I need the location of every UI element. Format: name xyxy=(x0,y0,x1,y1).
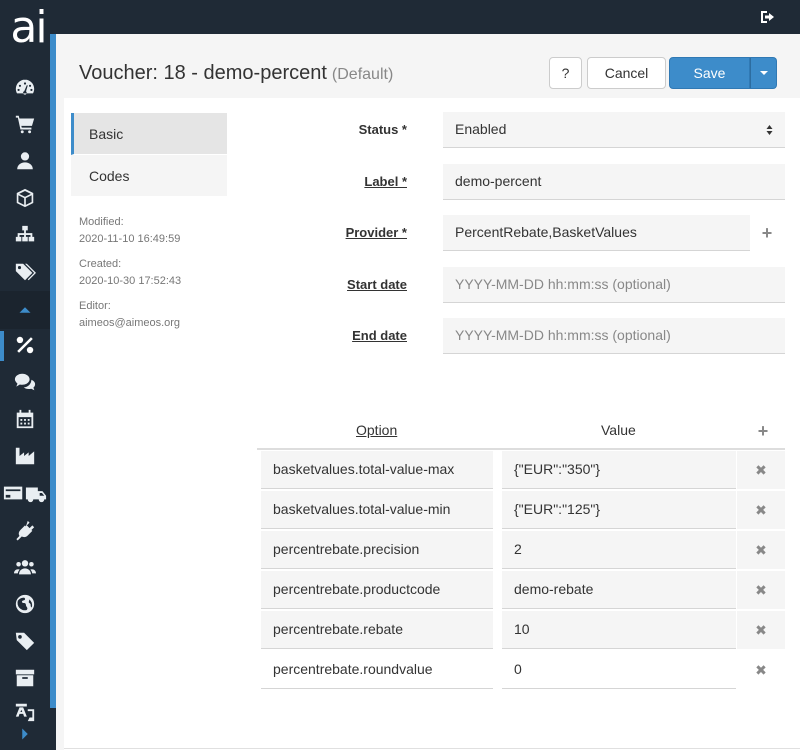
tab-basic[interactable]: Basic xyxy=(71,113,227,155)
payment-delivery-icon[interactable] xyxy=(0,475,50,511)
table-row: basketvalues.total-value-max {"EUR":"350… xyxy=(257,451,785,491)
options-table-header: Option Value + xyxy=(257,412,785,450)
option-value-input[interactable]: {"EUR":"350"} xyxy=(502,451,736,489)
voucher-editor: Voucher: 18 - demo-percent (Default) ? Ca… xyxy=(64,48,800,750)
end-date-row: End date YYYY-MM-DD hh:mm:ss (optional) xyxy=(257,318,785,354)
provider-label: Provider * xyxy=(345,225,407,240)
start-date-label: Start date xyxy=(347,277,407,292)
comments-icon[interactable] xyxy=(0,364,50,400)
caret-up-icon[interactable] xyxy=(0,292,50,328)
save-button[interactable]: Save xyxy=(669,57,750,89)
globe-icon[interactable] xyxy=(0,586,50,622)
archive-icon[interactable] xyxy=(0,660,50,696)
editor-label: Editor: xyxy=(79,300,111,312)
plug-icon[interactable] xyxy=(0,512,50,548)
users-icon[interactable] xyxy=(0,549,50,585)
cancel-button[interactable]: Cancel xyxy=(587,57,666,89)
table-row: basketvalues.total-value-min {"EUR":"125… xyxy=(257,491,785,531)
option-key-input[interactable]: basketvalues.total-value-max xyxy=(261,451,493,489)
option-value-input[interactable]: 10 xyxy=(502,611,736,649)
help-button[interactable]: ? xyxy=(549,57,582,89)
table-row: percentrebate.rebate 10 ✖ xyxy=(257,611,785,651)
table-row: percentrebate.productcode demo-rebate ✖ xyxy=(257,571,785,611)
option-key-input[interactable]: percentrebate.roundvalue xyxy=(261,651,493,689)
item-meta: Modified: 2020-11-10 16:49:59 Created: 2… xyxy=(79,214,181,340)
label-input[interactable]: demo-percent xyxy=(443,164,785,200)
tags-icon[interactable] xyxy=(0,254,50,290)
tab-codes[interactable]: Codes xyxy=(71,155,227,197)
status-select[interactable]: Enabled xyxy=(443,112,785,148)
created-label: Created: xyxy=(79,258,122,270)
nav-accent-bar xyxy=(50,34,56,708)
page-title: Voucher: 18 - demo-percent (Default) xyxy=(79,62,393,85)
modified-label: Modified: xyxy=(79,216,124,228)
created-value: 2020-10-30 17:52:43 xyxy=(79,275,182,287)
cart-icon[interactable] xyxy=(0,106,50,142)
table-row: percentrebate.precision 2 ✖ xyxy=(257,531,785,571)
table-row: percentrebate.roundvalue 0 ✖ xyxy=(257,651,785,691)
label-row: Label * demo-percent xyxy=(257,164,785,200)
end-date-input[interactable]: YYYY-MM-DD hh:mm:ss (optional) xyxy=(443,318,785,354)
user-icon[interactable] xyxy=(0,143,50,179)
caret-right-icon[interactable] xyxy=(0,716,50,750)
card-bottom-divider xyxy=(64,748,800,749)
option-value-input[interactable]: {"EUR":"125"} xyxy=(502,491,736,529)
end-date-label: End date xyxy=(352,328,407,343)
logo[interactable]: ai xyxy=(0,0,56,56)
delete-row-icon[interactable]: ✖ xyxy=(737,451,785,489)
industry-icon[interactable] xyxy=(0,438,50,474)
delete-row-icon[interactable]: ✖ xyxy=(737,611,785,649)
sitemap-icon[interactable] xyxy=(0,217,50,253)
option-key-input[interactable]: percentrebate.precision xyxy=(261,531,493,569)
section-tabs: Basic Codes xyxy=(71,113,227,197)
add-option-icon[interactable]: + xyxy=(756,422,770,440)
status-row: Status * Enabled xyxy=(257,112,785,148)
option-value-input[interactable]: demo-rebate xyxy=(502,571,736,609)
box-icon[interactable] xyxy=(0,180,50,216)
voucher-title: Voucher: 18 - demo-percent xyxy=(79,62,327,84)
main-navigation: ai xyxy=(0,0,56,750)
option-value-input[interactable]: 0 xyxy=(502,651,736,689)
option-key-input[interactable]: percentrebate.rebate xyxy=(261,611,493,649)
provider-row: Provider * PercentRebate,BasketValues + xyxy=(257,215,785,251)
tag-icon[interactable] xyxy=(0,623,50,659)
editor-value: aimeos@aimeos.org xyxy=(79,317,181,329)
logout-icon[interactable] xyxy=(760,9,776,25)
label-label: Label * xyxy=(364,174,407,189)
status-label: Status * xyxy=(358,122,407,137)
delete-row-icon[interactable]: ✖ xyxy=(737,651,785,689)
add-provider-icon[interactable]: + xyxy=(760,224,774,242)
item-header: Voucher: 18 - demo-percent (Default) ? Ca… xyxy=(64,48,800,98)
top-bar xyxy=(56,0,800,34)
provider-input[interactable]: PercentRebate,BasketValues xyxy=(443,215,750,251)
option-value-input[interactable]: 2 xyxy=(502,531,736,569)
percent-icon[interactable] xyxy=(0,327,50,363)
option-column-header[interactable]: Option xyxy=(356,422,397,438)
delete-row-icon[interactable]: ✖ xyxy=(737,491,785,529)
select-arrows-icon xyxy=(766,125,773,135)
site-label: (Default) xyxy=(331,66,394,83)
save-options-dropdown[interactable] xyxy=(750,57,777,89)
start-date-input[interactable]: YYYY-MM-DD hh:mm:ss (optional) xyxy=(443,267,785,303)
option-key-input[interactable]: percentrebate.productcode xyxy=(261,571,493,609)
delete-row-icon[interactable]: ✖ xyxy=(737,531,785,569)
modified-value: 2020-11-10 16:49:59 xyxy=(79,233,181,245)
dashboard-icon[interactable] xyxy=(0,69,50,105)
calendar-icon[interactable] xyxy=(0,401,50,437)
start-date-row: Start date YYYY-MM-DD hh:mm:ss (optional… xyxy=(257,267,785,303)
delete-row-icon[interactable]: ✖ xyxy=(737,571,785,609)
value-column-header: Value xyxy=(601,422,636,438)
option-key-input[interactable]: basketvalues.total-value-min xyxy=(261,491,493,529)
status-value: Enabled xyxy=(455,121,507,137)
